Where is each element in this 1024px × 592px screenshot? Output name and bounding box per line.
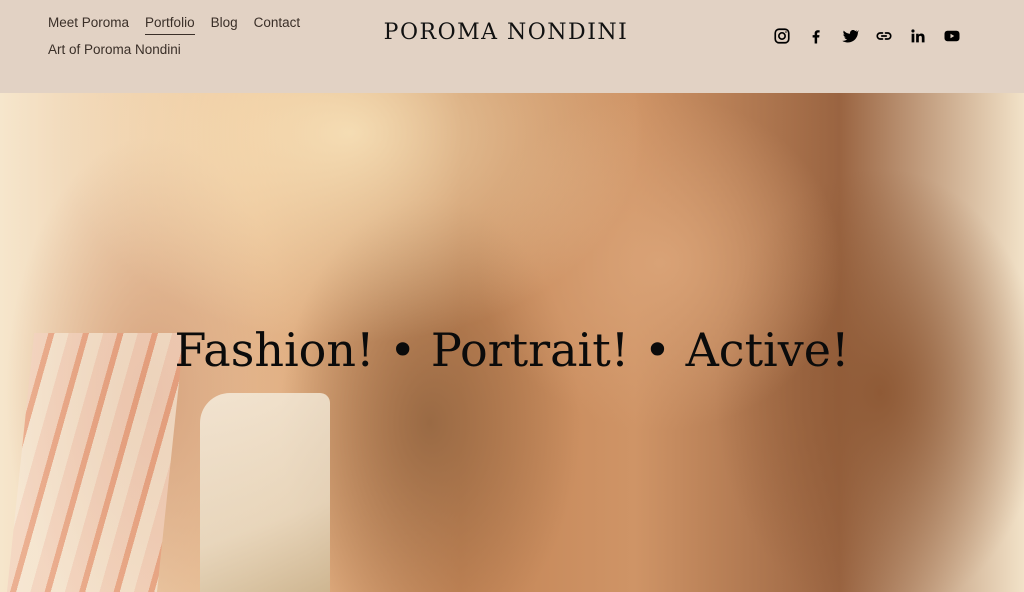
facebook-icon[interactable] (806, 26, 826, 46)
site-header: Meet Poroma Portfolio Blog Contact Art o… (0, 0, 1024, 93)
main-nav: Meet Poroma Portfolio Blog Contact Art o… (48, 14, 318, 61)
instagram-icon[interactable] (772, 26, 792, 46)
hero-heading: Fashion! • Portrait! • Active! (174, 323, 850, 377)
social-links (772, 26, 962, 46)
nav-item-art-of-poroma-nondini[interactable]: Art of Poroma Nondini (48, 41, 181, 61)
link-icon[interactable] (874, 26, 894, 46)
twitter-icon[interactable] (840, 26, 860, 46)
linkedin-icon[interactable] (908, 26, 928, 46)
youtube-icon[interactable] (942, 26, 962, 46)
hero-banner: Fashion! • Portrait! • Active! (0, 93, 1024, 592)
nav-item-contact[interactable]: Contact (254, 14, 301, 35)
nav-item-portfolio[interactable]: Portfolio (145, 14, 195, 35)
site-title[interactable]: POROMA NONDINI (300, 20, 712, 45)
nav-item-meet-poroma[interactable]: Meet Poroma (48, 14, 129, 35)
hero-scarf-fabric (200, 393, 330, 592)
nav-item-blog[interactable]: Blog (211, 14, 238, 35)
